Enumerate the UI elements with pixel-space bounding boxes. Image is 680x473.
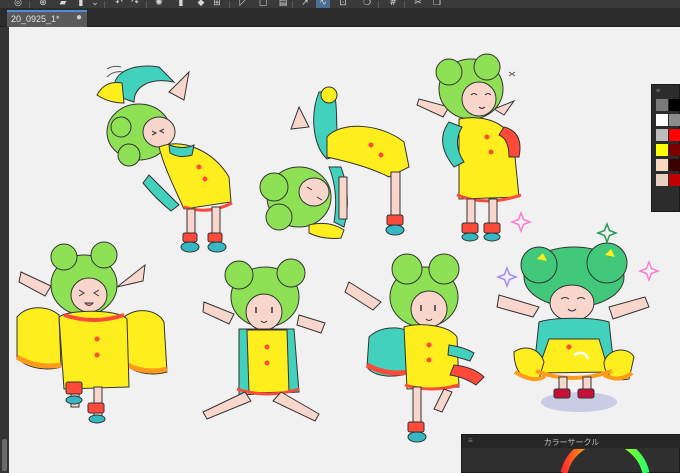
color-swatch[interactable] [656,144,668,156]
stabilizer-icon[interactable]: ∿ [316,0,330,8]
copy-icon[interactable]: ❐ [430,0,444,8]
selection-icon[interactable]: ◸ [236,0,250,8]
pen-icon[interactable]: ↗ [298,0,312,8]
color-circle-title: カラーサークル [543,438,600,447]
toolbar-separator [378,1,379,8]
figure-bending-forward [259,86,410,239]
color-palette-panel: ≡ [651,84,680,212]
figure-kicking [344,253,485,443]
toolbar-separator [29,1,30,8]
app-menu-icon[interactable]: ◎ [11,0,25,8]
toolbar-separator [146,1,147,8]
figure-standing-colored [496,242,650,412]
color-circle-header: ≡ カラーサークル [462,435,680,448]
main-toolbar: ◎ ⊕ ▰ ▮ ⌄ ↶ ↷ ✺ ▮ ◆ ⊞ ◸ ▢ ▤ ↗ ∿ ⊡ ❍ # ✂ … [0,0,680,8]
fill-bucket-icon[interactable]: ◆ [194,0,208,8]
grid-icon[interactable]: # [386,0,400,8]
color-swatch[interactable] [669,99,680,111]
color-swatch[interactable] [669,159,680,171]
color-swatch[interactable] [669,129,680,141]
redo-icon[interactable]: ↷ [128,0,142,8]
tab-document-label: 20_0925_1* [11,14,60,24]
toolbar-separator [404,1,405,8]
new-layer-icon[interactable]: ⊕ [36,0,50,8]
vertical-scrollbar[interactable] [2,439,7,471]
color-swatch[interactable] [656,129,668,141]
speech-icon[interactable]: ❍ [360,0,374,8]
color-swatch[interactable] [656,159,668,171]
color-swatch[interactable] [656,114,668,126]
character-sketch-artwork [15,53,659,443]
color-swatch[interactable] [656,99,668,111]
color-swatch[interactable] [669,174,680,186]
color-wheel[interactable] [560,449,650,473]
loading-icon[interactable]: ✺ [152,0,166,8]
fill-icon[interactable]: ▮ [174,0,188,8]
open-folder-icon[interactable]: ▰ [56,0,70,8]
color-swatch[interactable] [669,114,680,126]
save-dropdown-icon[interactable]: ⌄ [88,0,102,8]
toolbar-separator [104,1,105,8]
tab-document[interactable]: 20_0925_1* ● [7,10,87,27]
left-panel-edge [0,27,9,473]
panel-grip-icon[interactable]: ≡ [656,88,660,95]
snap-icon[interactable]: ⊡ [336,0,350,8]
tab-close-icon[interactable]: ● [76,12,82,23]
document-tab-bar: 20_0925_1* ● [0,8,680,27]
figure-standing-proud [416,53,522,242]
figure-jumping [15,241,168,424]
toolbar-separator [292,1,293,8]
color-swatch[interactable] [669,144,680,156]
cut-icon[interactable]: ✂ [411,0,425,8]
figure-sitting [202,258,326,422]
drawing-canvas[interactable] [9,27,680,473]
figure-bending [96,65,233,253]
save-icon[interactable]: ▮ [74,0,88,8]
transform-icon[interactable]: ⊞ [210,0,224,8]
toolbar-separator [229,1,230,8]
color-swatch[interactable] [656,174,668,186]
clear-selection-icon[interactable]: ▢ [256,0,270,8]
ruler-icon[interactable]: ▤ [276,0,290,8]
undo-icon[interactable]: ↶ [112,0,126,8]
